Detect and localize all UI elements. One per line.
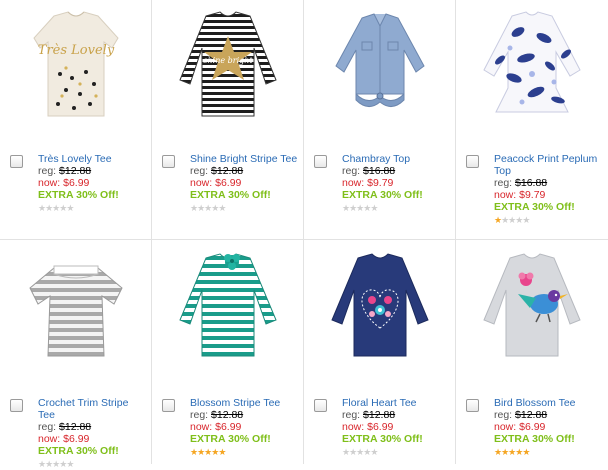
- sale-price: now: $6.99: [38, 433, 90, 445]
- product-image[interactable]: [470, 248, 594, 360]
- product-image[interactable]: [318, 8, 442, 120]
- rating-stars: ★★★★★: [38, 202, 147, 214]
- compare-checkbox[interactable]: [10, 399, 23, 412]
- star-icon: ★: [218, 203, 226, 213]
- product-name-link[interactable]: Chambray Top: [342, 153, 451, 165]
- sale-price: now: $6.99: [190, 177, 242, 189]
- sale-price: now: $6.99: [190, 421, 242, 433]
- promo-text: EXTRA 30% Off!: [494, 201, 575, 213]
- product-name-link[interactable]: Crochet Trim Stripe Tee: [38, 397, 147, 421]
- product-name-link[interactable]: Floral Heart Tee: [342, 397, 451, 409]
- rating-stars: ★★★★★: [494, 446, 604, 458]
- product-card: Floral Heart Tee reg: $12.88 now: $6.99 …: [304, 240, 456, 464]
- product-card: Blossom Stripe Tee reg: $12.88 now: $6.9…: [152, 240, 304, 464]
- compare-checkbox[interactable]: [466, 399, 479, 412]
- rating-stars: ★★★★★: [190, 446, 299, 458]
- compare-checkbox[interactable]: [10, 155, 23, 168]
- rating-stars: ★★★★★: [342, 202, 451, 214]
- rating-stars: ★★★★★: [494, 214, 604, 226]
- star-icon: ★: [522, 447, 530, 457]
- star-icon: ★: [370, 203, 378, 213]
- product-name-link[interactable]: Peacock Print Peplum Top: [494, 153, 604, 177]
- regular-price: reg: $12.88: [494, 409, 548, 421]
- product-card: Crochet Trim Stripe Tee reg: $12.88 now:…: [0, 240, 152, 469]
- regular-price: reg: $12.88: [342, 409, 396, 421]
- regular-price: reg: $12.88: [190, 165, 244, 177]
- promo-text: EXTRA 30% Off!: [38, 189, 119, 201]
- image-lettering: shine bright: [203, 56, 253, 65]
- star-icon: ★: [522, 215, 530, 225]
- promo-text: EXTRA 30% Off!: [38, 445, 119, 457]
- rating-stars: ★★★★★: [342, 446, 451, 458]
- sale-price: now: $6.99: [342, 421, 394, 433]
- promo-text: EXTRA 30% Off!: [190, 433, 271, 445]
- rating-stars: ★★★★★: [38, 458, 147, 470]
- star-icon: ★: [66, 459, 74, 469]
- regular-price: reg: $12.88: [190, 409, 244, 421]
- product-image[interactable]: [318, 248, 442, 360]
- compare-checkbox[interactable]: [314, 399, 327, 412]
- sale-price: now: $6.99: [38, 177, 90, 189]
- product-card: Très Lovely Très Lovely Tee reg: $12.88 …: [0, 0, 152, 240]
- sale-price: now: $6.99: [494, 421, 546, 433]
- compare-checkbox[interactable]: [162, 155, 175, 168]
- sale-price: now: $9.79: [494, 189, 546, 201]
- product-image[interactable]: shine bright: [166, 8, 290, 120]
- product-image[interactable]: Très Lovely: [14, 8, 138, 120]
- product-name-link[interactable]: Bird Blossom Tee: [494, 397, 604, 409]
- regular-price: reg: $12.88: [38, 165, 92, 177]
- star-icon: ★: [218, 447, 226, 457]
- promo-text: EXTRA 30% Off!: [494, 433, 575, 445]
- promo-text: EXTRA 30% Off!: [342, 189, 423, 201]
- compare-checkbox[interactable]: [466, 155, 479, 168]
- image-lettering: Très Lovely: [38, 43, 115, 58]
- promo-text: EXTRA 30% Off!: [342, 433, 423, 445]
- rating-stars: ★★★★★: [190, 202, 299, 214]
- sale-price: now: $9.79: [342, 177, 394, 189]
- regular-price: reg: $12.88: [38, 421, 92, 433]
- product-name-link[interactable]: Très Lovely Tee: [38, 153, 147, 165]
- product-name-link[interactable]: Shine Bright Stripe Tee: [190, 153, 299, 165]
- product-image[interactable]: [470, 8, 594, 120]
- star-icon: ★: [370, 447, 378, 457]
- product-card: Bird Blossom Tee reg: $12.88 now: $6.99 …: [456, 240, 608, 464]
- promo-text: EXTRA 30% Off!: [190, 189, 271, 201]
- product-image[interactable]: [166, 248, 290, 360]
- star-icon: ★: [66, 203, 74, 213]
- product-card: Chambray Top reg: $16.88 now: $9.79 EXTR…: [304, 0, 456, 240]
- compare-checkbox[interactable]: [314, 155, 327, 168]
- product-grid: Très Lovely Très Lovely Tee reg: $12.88 …: [0, 0, 608, 469]
- regular-price: reg: $16.88: [494, 177, 548, 189]
- product-card: shine bright Shine Bright Stripe Tee reg…: [152, 0, 304, 240]
- compare-checkbox[interactable]: [162, 399, 175, 412]
- product-name-link[interactable]: Blossom Stripe Tee: [190, 397, 299, 409]
- regular-price: reg: $16.88: [342, 165, 396, 177]
- product-image[interactable]: [14, 248, 138, 360]
- product-card: Peacock Print Peplum Top reg: $16.88 now…: [456, 0, 608, 240]
